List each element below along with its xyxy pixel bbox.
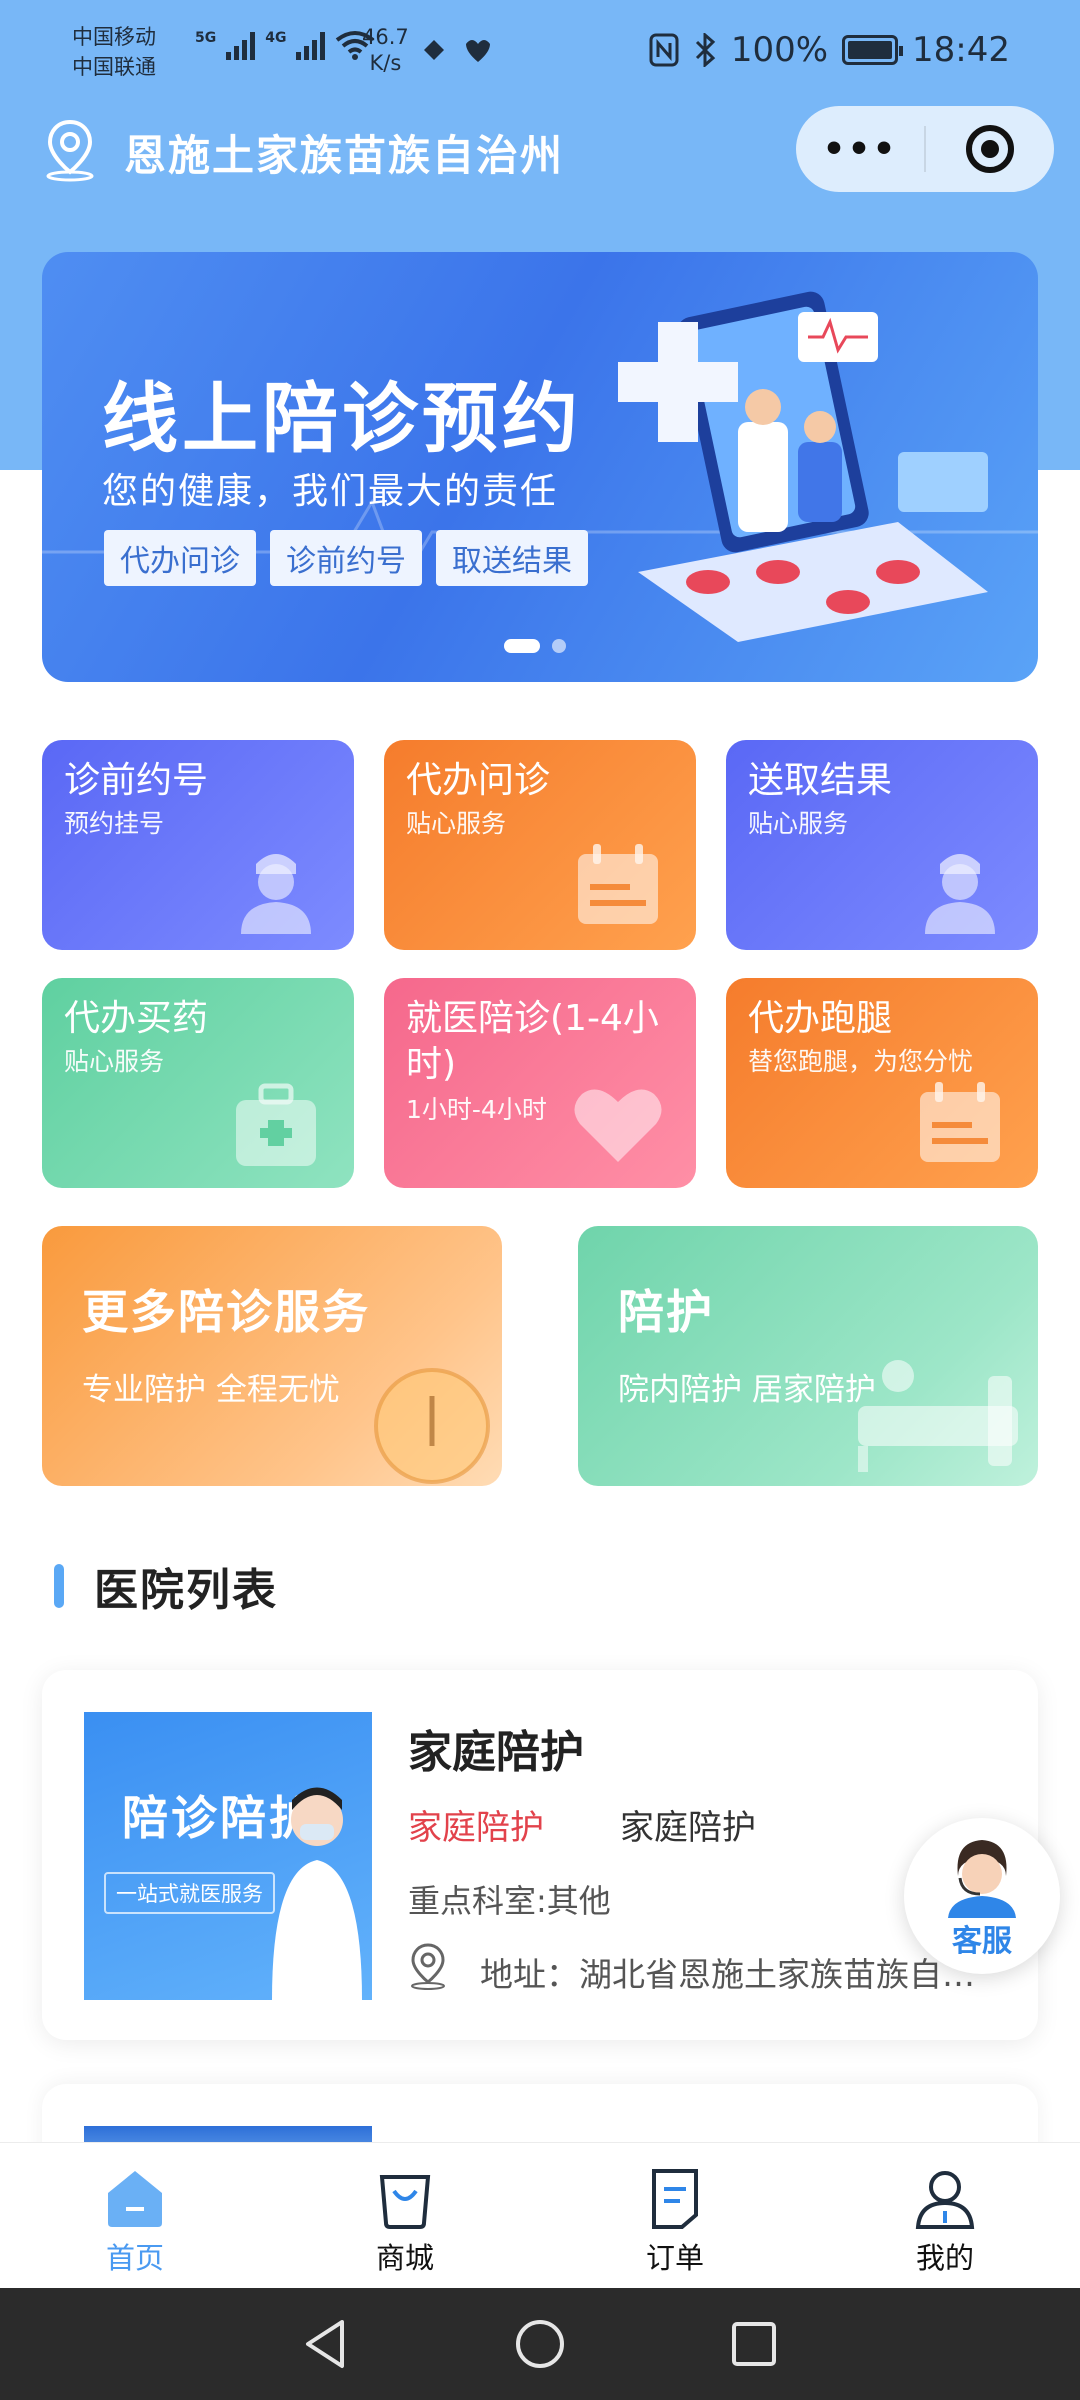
recent-apps-icon[interactable] xyxy=(730,2320,778,2368)
status-right: 100% 18:42 xyxy=(649,30,1010,70)
service-card-care[interactable]: 陪护 院内陪护 居家陪护 xyxy=(578,1226,1038,1486)
service-card-appointment[interactable]: 诊前约号 预约挂号 xyxy=(42,740,354,950)
close-program-button[interactable] xyxy=(926,125,1054,173)
service-card-consult[interactable]: 代办问诊 贴心服务 xyxy=(384,740,696,950)
section-title: 医院列表 xyxy=(94,1565,278,1616)
service-card-results[interactable]: 送取结果 贴心服务 xyxy=(726,740,1038,950)
service-title: 送取结果 xyxy=(748,760,893,801)
nurse-icon xyxy=(241,854,311,934)
nfc-icon xyxy=(649,33,679,67)
big-service-title: 陪护 xyxy=(618,1285,714,1339)
hospital-image-subtitle: 一站式就医服务 xyxy=(104,1872,275,1914)
medical-kit-icon xyxy=(236,1083,316,1166)
nurse-icon xyxy=(925,854,995,934)
carrier-2: 中国联通 xyxy=(72,55,156,79)
pagination-dot-active[interactable] xyxy=(504,639,540,653)
carrier-1: 中国移动 xyxy=(72,25,156,49)
app-status-icons xyxy=(424,40,490,62)
hospital-list-heading: 医院列表 xyxy=(54,1554,278,1618)
doctor-figure xyxy=(272,1787,362,2000)
tab-label: 首页 xyxy=(105,2241,164,2275)
more-icon[interactable]: ••• xyxy=(796,129,924,170)
banner-tag: 诊前约号 xyxy=(270,530,422,586)
banner-tag: 取送结果 xyxy=(436,530,588,586)
speed-unit: K/s xyxy=(369,51,402,75)
back-icon[interactable] xyxy=(302,2318,350,2370)
carrier-info: 中国移动 中国联通 xyxy=(72,22,156,82)
customer-service-label: 客服 xyxy=(952,1924,1012,1959)
hospital-card[interactable]: 陪诊陪护 一站式就医服务 家庭陪护 家庭陪护 家庭陪护 重点科室:其他 地址：湖… xyxy=(42,1670,1038,2040)
banner-tag: 代办问诊 xyxy=(104,530,256,586)
tab-home[interactable]: 首页 xyxy=(0,2143,270,2288)
tab-profile[interactable]: 我的 xyxy=(810,2143,1080,2288)
user-icon xyxy=(915,2171,975,2229)
service-title: 诊前约号 xyxy=(64,760,209,801)
service-title: 代办问诊 xyxy=(406,760,551,801)
service-card-medicine[interactable]: 代办买药 贴心服务 xyxy=(42,978,354,1188)
battery-percent: 100% xyxy=(730,30,829,70)
signal-icon-2 xyxy=(296,32,326,60)
system-navigation-bar xyxy=(0,2288,1080,2400)
service-subtitle: 贴心服务 xyxy=(406,809,507,838)
service-subtitle: 预约挂号 xyxy=(64,809,165,838)
hospital-image: 陪诊陪护 一站式就医服务 xyxy=(84,1712,372,2000)
big-service-title: 更多陪诊服务 xyxy=(82,1285,370,1339)
tab-orders[interactable]: 订单 xyxy=(540,2143,810,2288)
service-title: 代办买药 xyxy=(64,998,209,1039)
calendar-icon xyxy=(920,1082,1000,1162)
order-document-icon xyxy=(652,2169,698,2229)
heart-hands-icon xyxy=(574,1089,662,1162)
speed-value: 46.7 xyxy=(362,25,409,49)
mini-program-capsule: ••• xyxy=(796,106,1054,192)
service-card-errand[interactable]: 代办跑腿 替您跑腿，为您分忧 xyxy=(726,978,1038,1188)
banner-subtitle: 您的健康，我们最大的责任 xyxy=(102,471,559,512)
network-4g-label: 4G xyxy=(265,30,287,46)
signal-icon xyxy=(226,32,256,60)
tab-label: 订单 xyxy=(645,2241,704,2275)
tab-label: 商城 xyxy=(375,2241,434,2275)
location-icon[interactable] xyxy=(42,118,98,182)
home-circle-icon[interactable] xyxy=(514,2318,566,2370)
service-subtitle: 贴心服务 xyxy=(748,809,849,838)
status-bar: 中国移动 中国联通 5G 4G 46.7 K/s 100% 18:42 xyxy=(0,0,1080,100)
banner-title: 线上陪诊预约 xyxy=(102,374,582,463)
signal-icons: 5G 4G xyxy=(195,30,375,60)
hospital-bed-icon xyxy=(858,1360,1018,1472)
network-5g-label: 5G xyxy=(195,30,217,46)
target-icon xyxy=(966,125,1014,173)
hospital-department: 重点科室:其他 xyxy=(408,1882,611,1920)
battery-icon xyxy=(842,35,904,65)
service-card-escort[interactable]: 就医陪诊(1-4小时) 1小时-4小时 xyxy=(384,978,696,1188)
hospital-tag-secondary: 家庭陪护 xyxy=(620,1808,756,1848)
location-pin-icon xyxy=(411,1943,445,1990)
tab-label: 我的 xyxy=(915,2241,974,2275)
hospital-tag-primary: 家庭陪护 xyxy=(408,1808,544,1848)
calendar-icon xyxy=(578,844,658,924)
location-name[interactable]: 恩施土家族苗族自治州 xyxy=(124,122,564,183)
pagination-dot[interactable] xyxy=(552,639,566,653)
clock: 18:42 xyxy=(912,30,1010,70)
header: 恩施土家族苗族自治州 ••• xyxy=(0,100,1080,200)
promo-banner[interactable]: 线上陪诊预约 您的健康，我们最大的责任 代办问诊 诊前约号 取送结果 xyxy=(42,252,1038,682)
section-accent-bar xyxy=(54,1564,64,1608)
tab-mall[interactable]: 商城 xyxy=(270,2143,540,2288)
banner-tags: 代办问诊 诊前约号 取送结果 xyxy=(104,530,588,586)
banner-pagination xyxy=(504,639,566,653)
shopping-bag-icon xyxy=(379,2175,431,2229)
network-speed: 46.7 K/s xyxy=(362,24,409,76)
home-icon xyxy=(108,2171,162,2227)
hospital-name: 家庭陪护 xyxy=(408,1727,584,1778)
service-subtitle: 贴心服务 xyxy=(64,1047,165,1076)
bottom-tab-bar: 首页 商城 订单 我的 xyxy=(0,2142,1080,2288)
bluetooth-icon xyxy=(695,33,716,67)
customer-service-button[interactable]: 客服 xyxy=(904,1818,1060,1974)
clock-icon xyxy=(374,1368,490,1484)
big-service-subtitle: 专业陪护 全程无忧 xyxy=(82,1372,340,1408)
service-title: 代办跑腿 xyxy=(748,998,893,1039)
doctor-illustration xyxy=(618,291,988,642)
agent-avatar-icon xyxy=(948,1840,1016,1918)
service-subtitle: 1小时-4小时 xyxy=(406,1095,547,1124)
service-card-more[interactable]: 更多陪诊服务 专业陪护 全程无忧 xyxy=(42,1226,502,1486)
